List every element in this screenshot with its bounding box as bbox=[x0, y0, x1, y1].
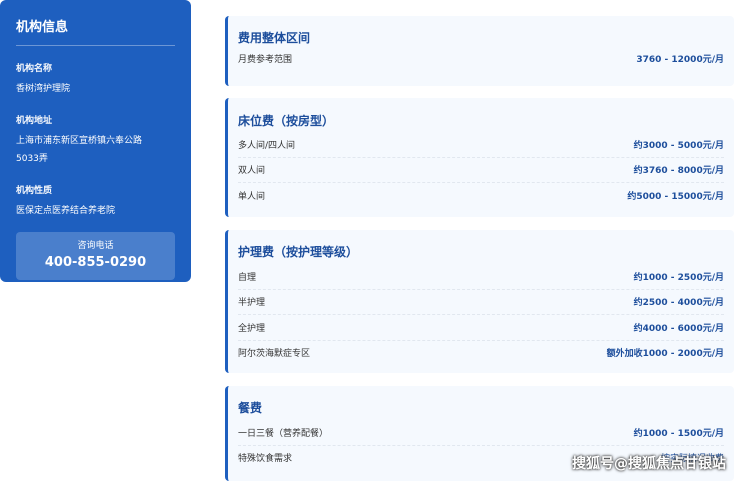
fee-value: 约3760 - 8000元/月 bbox=[633, 166, 724, 177]
institution-info-panel: 机构信息 机构名称 香树湾护理院 机构地址 上海市浦东新区宣桥镇六奉公路 503… bbox=[0, 0, 191, 282]
phone-label: 咨询电话 bbox=[77, 241, 114, 251]
fee-value: 约3000 - 5000元/月 bbox=[633, 140, 724, 151]
fee-label: 一日三餐（营养配餐） bbox=[238, 428, 329, 439]
fee-row: 单人间 约5000 - 15000元/月 bbox=[238, 183, 724, 208]
card-title: 床位费（按房型） bbox=[238, 114, 335, 128]
fee-label: 双人间 bbox=[238, 166, 266, 177]
fee-label: 多人间/四人间 bbox=[238, 140, 296, 151]
fee-label: 半护理 bbox=[238, 298, 266, 309]
fee-row: 全护理 约4000 - 6000元/月 bbox=[238, 315, 724, 341]
address-value: 上海市浦东新区宣桥镇六奉公路 5033弄 bbox=[16, 132, 175, 168]
name-value: 香树湾护理院 bbox=[16, 84, 71, 94]
card-title: 费用整体区间 bbox=[238, 31, 311, 45]
fee-row: 阿尔茨海默症专区 额外加收1000 - 2000元/月 bbox=[238, 341, 724, 366]
fee-label: 单人间 bbox=[238, 191, 266, 202]
fee-label: 特殊饮食需求 bbox=[238, 454, 293, 465]
fee-row: 一日三餐（营养配餐） 约1000 - 1500元/月 bbox=[238, 420, 724, 446]
type-label: 机构性质 bbox=[16, 186, 53, 196]
fee-value: 约1000 - 1500元/月 bbox=[633, 428, 724, 439]
card-title: 护理费（按护理等级） bbox=[238, 245, 359, 259]
fee-label: 自理 bbox=[238, 272, 257, 283]
fee-value: 约5000 - 15000元/月 bbox=[627, 191, 724, 202]
card-bed-fees: 床位费（按房型） 多人间/四人间 约3000 - 5000元/月 双人间 约37… bbox=[225, 98, 734, 217]
fee-row: 月费参考范围 3760 - 12000元/月 bbox=[238, 46, 724, 71]
fee-value: 3760 - 12000元/月 bbox=[636, 54, 724, 65]
card-overall-range: 费用整体区间 月费参考范围 3760 - 12000元/月 bbox=[225, 16, 734, 86]
fee-value: 额外加收1000 - 2000元/月 bbox=[606, 349, 724, 360]
address-line-2: 5033弄 bbox=[16, 154, 48, 164]
phone-number[interactable]: 400-855-0290 bbox=[16, 255, 175, 270]
address-label: 机构地址 bbox=[16, 116, 53, 126]
fee-row: 半护理 约2500 - 4000元/月 bbox=[238, 290, 724, 315]
watermark: 搜狐号@搜狐焦点甘银站 bbox=[572, 456, 726, 472]
fee-label: 月费参考范围 bbox=[238, 54, 293, 65]
fee-row: 自理 约1000 - 2500元/月 bbox=[238, 264, 724, 290]
fee-value: 约2500 - 4000元/月 bbox=[633, 298, 724, 309]
fee-label: 阿尔茨海默症专区 bbox=[238, 349, 311, 360]
fee-row: 双人间 约3760 - 8000元/月 bbox=[238, 158, 724, 183]
sidebar-title: 机构信息 bbox=[16, 16, 175, 46]
fee-row: 多人间/四人间 约3000 - 5000元/月 bbox=[238, 132, 724, 158]
phone-box[interactable]: 咨询电话 400-855-0290 bbox=[16, 232, 175, 280]
type-value: 医保定点医养结合养老院 bbox=[16, 206, 116, 216]
fee-value: 约4000 - 6000元/月 bbox=[633, 323, 724, 334]
address-line-1: 上海市浦东新区宣桥镇六奉公路 bbox=[16, 136, 143, 146]
fee-value: 约1000 - 2500元/月 bbox=[633, 272, 724, 283]
fee-label: 全护理 bbox=[238, 323, 266, 334]
name-label: 机构名称 bbox=[16, 64, 53, 74]
card-care-fees: 护理费（按护理等级） 自理 约1000 - 2500元/月 半护理 约2500 … bbox=[225, 230, 734, 373]
card-title: 餐费 bbox=[238, 401, 263, 415]
